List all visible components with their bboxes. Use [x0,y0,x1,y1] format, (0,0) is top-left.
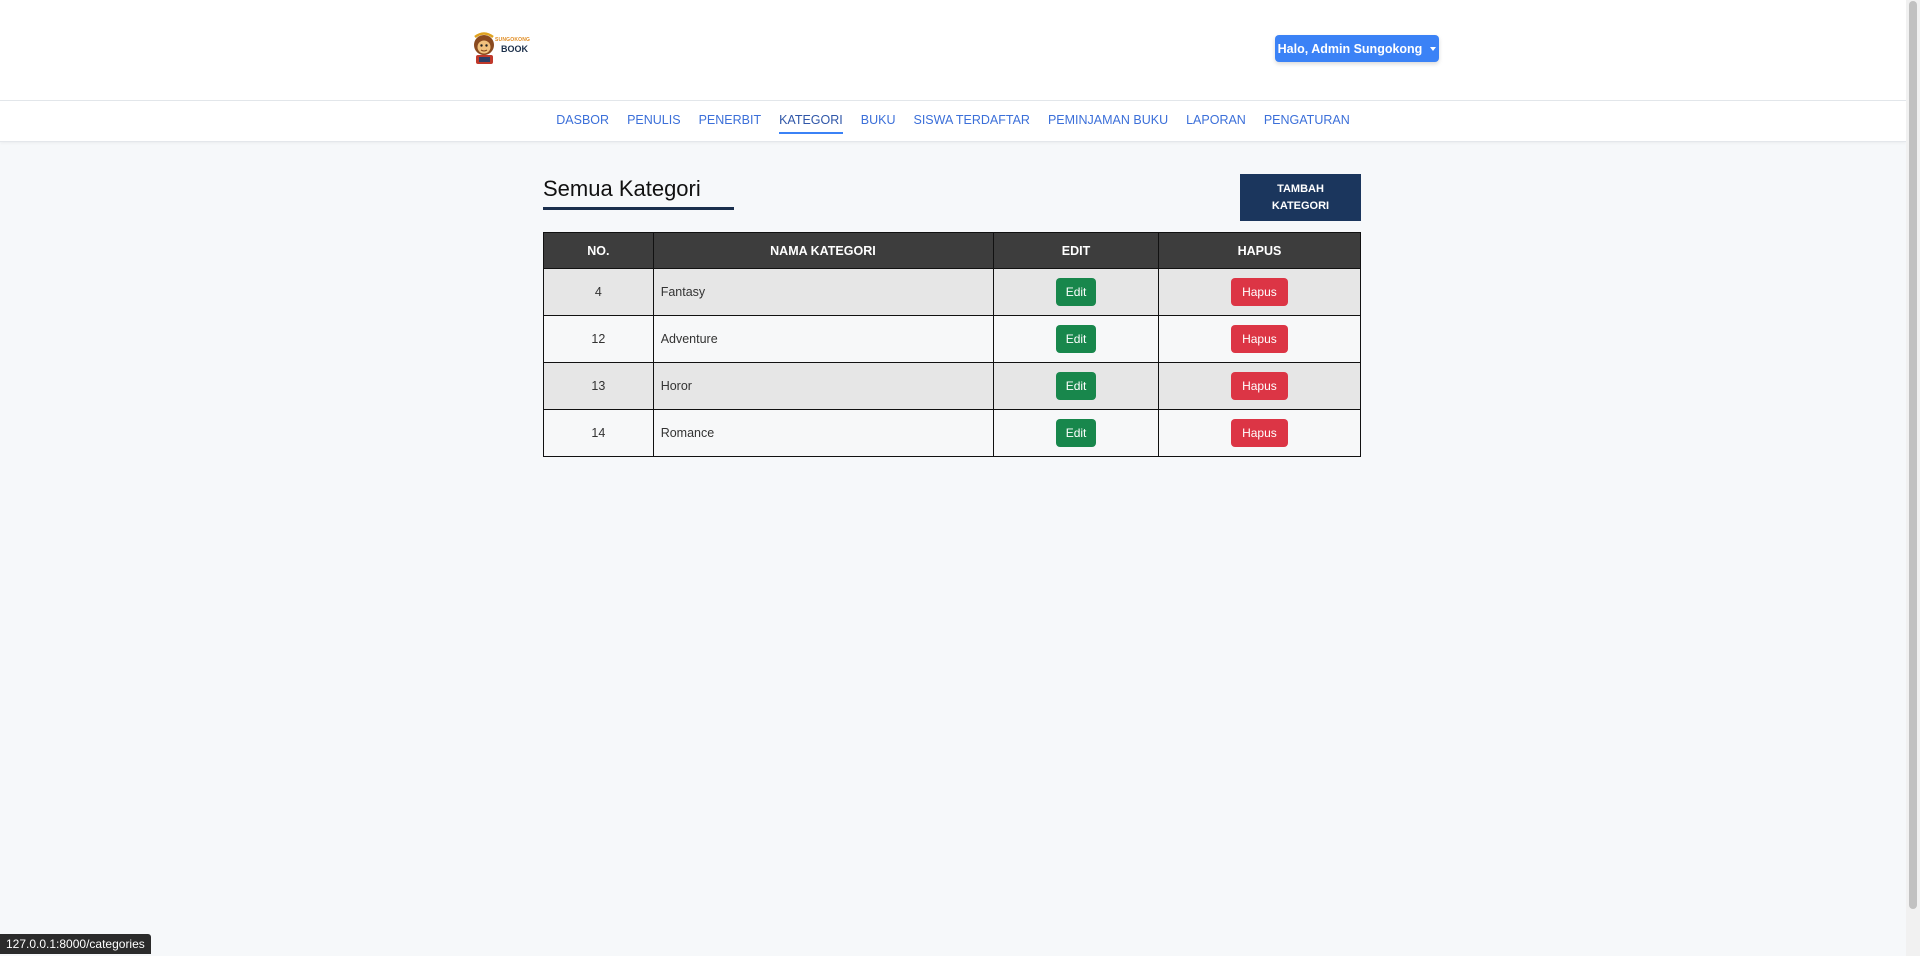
delete-button[interactable]: Hapus [1231,278,1288,306]
caret-down-icon [1430,46,1437,51]
table-row: 12 Adventure Edit Hapus [543,315,1362,363]
main-nav: DASBOR PENULIS PENERBIT KATEGORI BUKU SI… [0,101,1906,142]
page-title: Semua Kategori [543,176,701,201]
header-hapus: HAPUS [1157,232,1362,269]
edit-button[interactable]: Edit [1055,278,1097,306]
delete-button[interactable]: Hapus [1231,372,1288,400]
table-row: 13 Horor Edit Hapus [543,362,1362,410]
nav-item-dasbor[interactable]: DASBOR [556,113,609,129]
vertical-scrollbar[interactable] [1906,0,1920,956]
row-category-name: Romance [652,409,995,457]
link-status-bar: 127.0.0.1:8000/categories [0,934,151,954]
user-menu-button[interactable]: Halo, Admin Sungokong [1275,35,1439,62]
header-edit: EDIT [993,232,1159,269]
nav-item-buku[interactable]: BUKU [861,113,896,129]
app-logo[interactable]: SUNGOKONG BOOK [471,28,533,68]
top-header: SUNGOKONG BOOK Halo, Admin Sungokong [0,0,1906,101]
category-table: NO. NAMA KATEGORI EDIT HAPUS 4 Fantasy E… [543,232,1362,457]
table-row: 4 Fantasy Edit Hapus [543,268,1362,316]
delete-button[interactable]: Hapus [1231,325,1288,353]
edit-button[interactable]: Edit [1055,372,1097,400]
user-menu-label: Halo, Admin Sungokong [1277,41,1423,56]
row-number: 4 [543,268,654,316]
header-no: NO. [543,232,654,269]
row-number: 14 [543,409,654,457]
row-number: 13 [543,362,654,410]
nav-item-penerbit[interactable]: PENERBIT [699,113,762,129]
nav-item-pengaturan[interactable]: PENGATURAN [1264,113,1350,129]
add-button-label-line2: KATEGORI [1271,199,1330,212]
nav-item-peminjaman-buku[interactable]: PEMINJAMAN BUKU [1048,113,1168,129]
delete-button[interactable]: Hapus [1231,419,1288,447]
add-category-button[interactable]: TAMBAH KATEGORI [1240,174,1361,221]
nav-item-penulis[interactable]: PENULIS [627,113,681,129]
edit-button[interactable]: Edit [1055,325,1097,353]
nav-item-siswa-terdaftar[interactable]: SISWA TERDAFTAR [913,113,1029,129]
row-category-name: Adventure [652,315,995,363]
row-number: 12 [543,315,654,363]
table-header-row: NO. NAMA KATEGORI EDIT HAPUS [543,232,1362,269]
title-underline [543,207,734,210]
scrollbar-thumb[interactable] [1909,1,1917,909]
row-category-name: Horor [652,362,995,410]
header-nama-kategori: NAMA KATEGORI [652,232,995,269]
logo-wordmark: BOOK [501,44,528,54]
nav-item-laporan[interactable]: LAPORAN [1186,113,1246,129]
edit-button[interactable]: Edit [1055,419,1097,447]
nav-item-kategori[interactable]: KATEGORI [779,113,843,134]
add-button-label-line1: TAMBAH [1277,182,1324,195]
table-row: 14 Romance Edit Hapus [543,409,1362,457]
logo-tagline: SUNGOKONG [495,37,531,43]
row-category-name: Fantasy [652,268,995,316]
